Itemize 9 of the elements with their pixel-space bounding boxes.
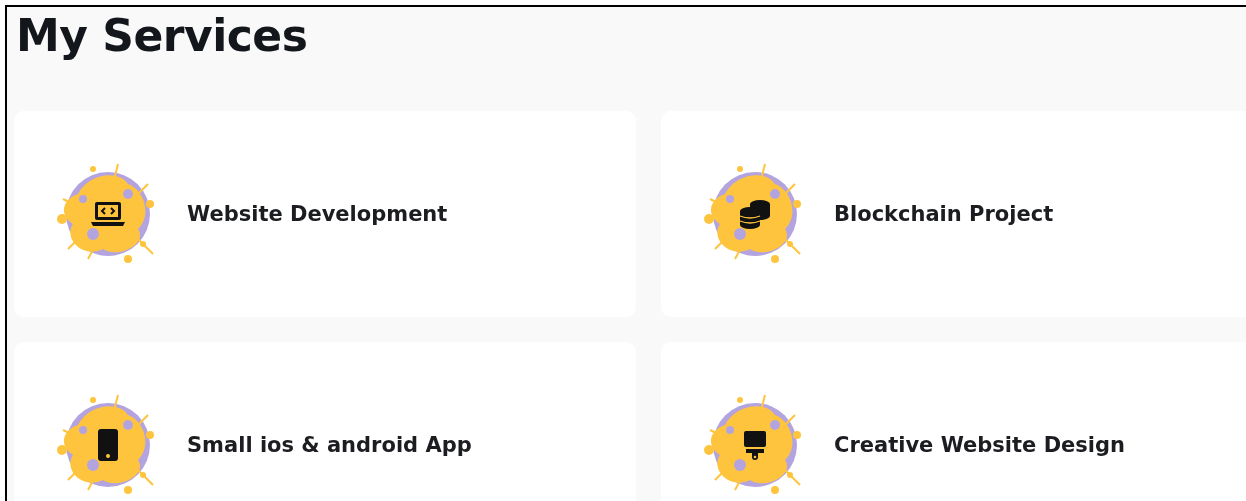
service-title: Website Development	[187, 202, 448, 226]
section-heading: My Services	[16, 9, 309, 63]
paintbrush-icon	[744, 431, 766, 460]
service-title: Creative Website Design	[834, 433, 1125, 457]
smartphone-icon	[98, 429, 118, 461]
service-title: Blockchain Project	[834, 202, 1054, 226]
coins-icon	[739, 200, 770, 229]
laptop-icon	[91, 202, 125, 226]
service-title: Small ios & android App	[187, 433, 472, 457]
